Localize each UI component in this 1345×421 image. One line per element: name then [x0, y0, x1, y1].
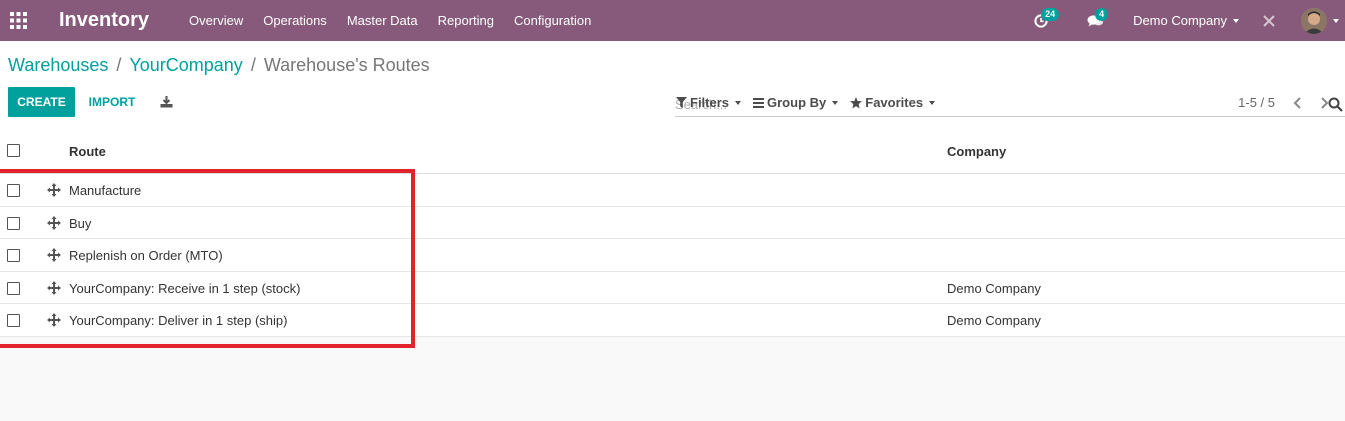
column-header-route[interactable]: Route — [69, 144, 106, 159]
import-button[interactable]: IMPORT — [80, 87, 144, 117]
app-name[interactable]: Inventory — [59, 9, 149, 32]
breadcrumb-warehouses[interactable]: Warehouses — [8, 55, 108, 76]
company-switcher[interactable]: Demo Company — [1133, 13, 1239, 28]
menu-item-overview[interactable]: Overview — [189, 13, 243, 28]
route-name: Replenish on Order (MTO) — [69, 248, 223, 263]
breadcrumb-yourcompany[interactable]: YourCompany — [129, 55, 242, 76]
table-row[interactable]: YourCompany: Deliver in 1 step (ship) De… — [0, 304, 1345, 337]
message-count-badge: 4 — [1095, 7, 1109, 21]
company-name: Demo Company — [1133, 13, 1227, 28]
apps-menu-button[interactable] — [0, 0, 36, 41]
row-checkbox[interactable] — [7, 216, 20, 230]
breadcrumb-separator: / — [250, 55, 256, 75]
route-name: Buy — [69, 215, 92, 231]
menu-item-reporting[interactable]: Reporting — [438, 13, 494, 28]
drag-handle-icon[interactable] — [47, 313, 61, 327]
group-by-label: Group By — [767, 95, 827, 110]
favorites-dropdown[interactable]: Favorites — [850, 95, 936, 110]
route-name: Manufacture — [69, 183, 142, 198]
drag-handle-icon[interactable] — [47, 248, 61, 262]
main-menu: Overview Operations Master Data Reportin… — [189, 13, 611, 28]
page-title: Warehouse's Routes — [263, 55, 430, 75]
menu-item-configuration[interactable]: Configuration — [514, 13, 591, 28]
activity-count-badge: 24 — [1041, 7, 1060, 21]
download-icon — [160, 96, 172, 108]
user-menu[interactable] — [1301, 7, 1339, 34]
create-button[interactable]: CREATE — [8, 87, 75, 117]
row-checkbox[interactable] — [7, 281, 20, 295]
chevron-down-icon — [1333, 18, 1339, 23]
activity-button[interactable]: 24 — [1031, 7, 1060, 31]
chevron-left-icon[interactable] — [1293, 96, 1302, 109]
pager: 1-5 / 5 — [1238, 95, 1329, 110]
search-options: Filters Group By Favorites — [676, 95, 947, 110]
table-row[interactable]: Replenish on Order (MTO) — [0, 239, 1345, 272]
list-header: Route Company — [0, 128, 1345, 174]
routes-list: Route Company Manufacture Buy Replenish … — [0, 128, 1345, 337]
route-name: YourCompany: Receive in 1 step (stock) — [69, 280, 301, 296]
systray: 24 4 Demo Company — [1031, 0, 1345, 41]
menu-item-operations[interactable]: Operations — [263, 13, 327, 28]
search-icon[interactable] — [1328, 97, 1343, 112]
chevron-right-icon[interactable] — [1320, 96, 1329, 109]
route-company: Demo Company — [947, 313, 1041, 328]
debug-tools-button[interactable] — [1259, 11, 1279, 31]
avatar — [1301, 7, 1327, 34]
route-company: Demo Company — [947, 280, 1041, 296]
tools-icon — [1263, 14, 1275, 27]
column-header-company[interactable]: Company — [947, 144, 1006, 159]
menu-item-master-data[interactable]: Master Data — [347, 13, 418, 28]
filters-label: Filters — [690, 95, 730, 110]
table-row[interactable]: YourCompany: Receive in 1 step (stock) D… — [0, 271, 1345, 304]
drag-handle-icon[interactable] — [47, 280, 61, 295]
chevron-down-icon — [735, 100, 742, 105]
group-by-dropdown[interactable]: Group By — [753, 95, 839, 110]
route-name: YourCompany: Deliver in 1 step (ship) — [69, 313, 288, 328]
row-checkbox[interactable] — [7, 249, 20, 262]
breadcrumb-separator: / — [116, 55, 122, 75]
star-icon — [850, 96, 863, 108]
favorites-label: Favorites — [865, 95, 924, 110]
messages-button[interactable]: 4 — [1085, 7, 1109, 31]
apps-grid-icon — [9, 12, 27, 29]
select-all-checkbox[interactable] — [7, 144, 20, 157]
drag-handle-icon[interactable] — [47, 183, 61, 197]
pager-value[interactable]: 1-5 / 5 — [1238, 95, 1275, 110]
top-navbar: Inventory Overview Operations Master Dat… — [0, 0, 1345, 41]
export-button[interactable] — [155, 87, 177, 117]
chevron-down-icon — [832, 100, 839, 105]
chevron-down-icon — [929, 100, 936, 105]
breadcrumb: Warehouses / YourCompany / Warehouse's R… — [8, 55, 430, 76]
control-panel: Warehouses / YourCompany / Warehouse's R… — [0, 41, 1345, 129]
table-row[interactable]: Manufacture — [0, 174, 1345, 207]
row-checkbox[interactable] — [7, 184, 20, 197]
drag-handle-icon[interactable] — [47, 215, 61, 230]
chevron-down-icon — [1233, 18, 1239, 23]
filters-dropdown[interactable]: Filters — [676, 95, 742, 110]
list-icon — [753, 97, 765, 108]
row-checkbox[interactable] — [7, 314, 20, 327]
table-row[interactable]: Buy — [0, 206, 1345, 239]
filter-icon — [676, 97, 687, 108]
